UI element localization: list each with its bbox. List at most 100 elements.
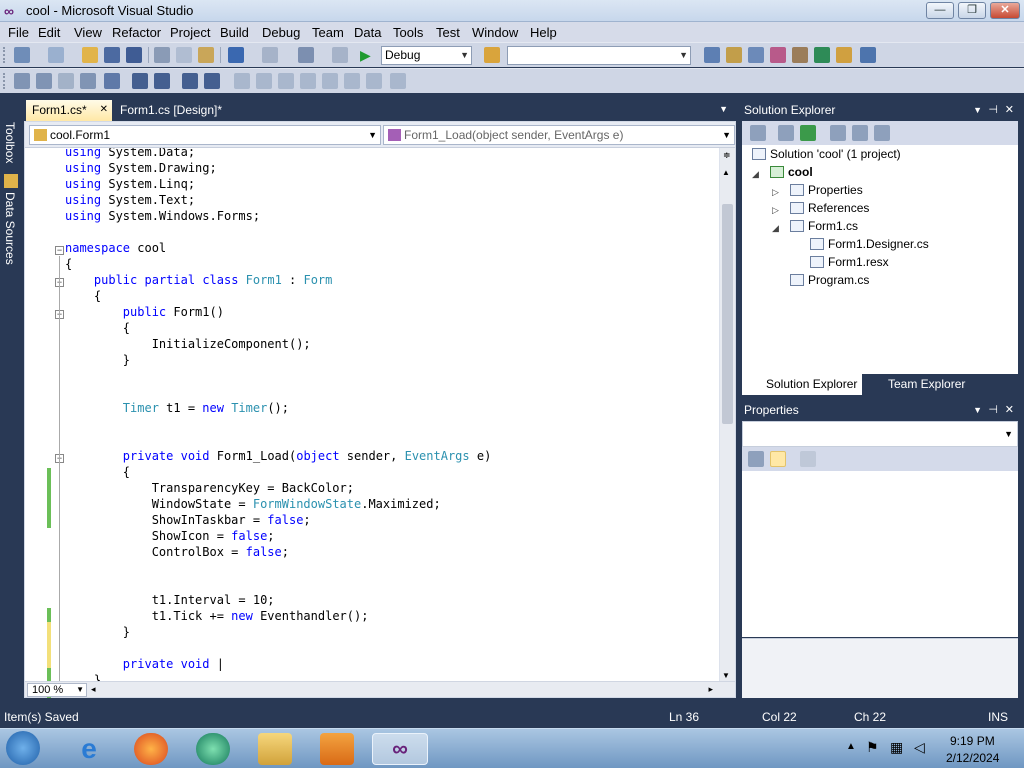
tree-form1-resx[interactable]: Form1.resx <box>810 255 889 269</box>
navigate-forward-icon[interactable] <box>332 47 348 63</box>
word-completion-icon[interactable] <box>80 73 96 89</box>
menu-team[interactable]: Team <box>312 25 344 40</box>
type-dropdown[interactable]: cool.Form1 ▼ <box>29 125 381 145</box>
panel-close-icon[interactable]: ✕ <box>1005 100 1014 120</box>
toolbox-tab[interactable]: Toolbox <box>3 122 17 163</box>
object-browser-icon[interactable] <box>748 47 764 63</box>
quick-info-icon[interactable] <box>58 73 74 89</box>
menu-test[interactable]: Test <box>436 25 460 40</box>
find-combo[interactable]: ▼ <box>507 46 691 65</box>
firefox-icon[interactable] <box>134 733 168 765</box>
previous-bookmark-document-icon[interactable] <box>344 73 360 89</box>
parameter-info-icon[interactable] <box>36 73 52 89</box>
data-sources-tab[interactable]: Data Sources <box>3 192 17 265</box>
start-button-icon[interactable] <box>6 731 40 765</box>
comment-lines-icon[interactable] <box>182 73 198 89</box>
cut-icon[interactable] <box>154 47 170 63</box>
clock-time[interactable]: 9:19 PM <box>950 734 995 748</box>
split-handle-icon[interactable]: ≑ <box>723 150 731 161</box>
maximize-button[interactable]: ❐ <box>958 2 986 19</box>
clear-bookmarks-icon[interactable] <box>390 73 406 89</box>
media-player-icon[interactable] <box>320 733 354 765</box>
show-hidden-icons-icon[interactable]: ▲ <box>846 741 856 752</box>
volume-icon[interactable]: ◁ <box>914 739 925 756</box>
collapse-arrow-icon[interactable]: ◢ <box>752 169 759 180</box>
scroll-down-icon[interactable]: ▼ <box>722 671 730 680</box>
code-area[interactable]: using System.Data; using System.Drawing;… <box>65 148 719 684</box>
window-position-icon[interactable]: ▼ <box>973 100 982 120</box>
refresh-icon[interactable] <box>800 125 816 141</box>
view-code-icon[interactable] <box>830 125 846 141</box>
panel-close-icon[interactable]: ✕ <box>1005 400 1014 420</box>
solution-explorer-icon[interactable] <box>704 47 720 63</box>
tree-properties[interactable]: Properties <box>790 183 863 197</box>
view-class-diagram-icon[interactable] <box>874 125 890 141</box>
close-button[interactable]: ✕ <box>990 2 1020 19</box>
menu-refactor[interactable]: Refactor <box>112 25 161 40</box>
class-view-icon[interactable] <box>836 47 852 63</box>
start-debugging-icon[interactable]: ▶ <box>360 47 376 63</box>
previous-bookmark-folder-icon[interactable] <box>300 73 316 89</box>
toolbar-grip[interactable] <box>3 73 7 89</box>
scroll-up-icon[interactable]: ▲ <box>722 168 730 177</box>
next-bookmark-icon[interactable] <box>278 73 294 89</box>
media-center-icon[interactable] <box>196 733 230 765</box>
menu-tools[interactable]: Tools <box>393 25 423 40</box>
solution-configuration-select[interactable]: Debug ▼ <box>381 46 472 65</box>
new-project-icon[interactable] <box>14 47 30 63</box>
tree-program-cs[interactable]: Program.cs <box>790 273 869 287</box>
view-designer-icon[interactable] <box>852 125 868 141</box>
menu-edit[interactable]: Edit <box>38 25 60 40</box>
window-position-icon[interactable]: ▼ <box>973 400 982 420</box>
menu-window[interactable]: Window <box>472 25 518 40</box>
increase-indent-icon[interactable] <box>154 73 170 89</box>
internet-explorer-icon[interactable]: e <box>72 733 106 765</box>
menu-project[interactable]: Project <box>170 25 210 40</box>
command-window-icon[interactable] <box>860 47 876 63</box>
menu-data[interactable]: Data <box>354 25 381 40</box>
toolbox-icon[interactable] <box>770 47 786 63</box>
tab-list-dropdown-icon[interactable]: ▼ <box>719 104 728 114</box>
tab-team-explorer[interactable]: Team Explorer <box>864 374 994 395</box>
tab-solution-explorer[interactable]: Solution Explorer <box>742 374 862 395</box>
visual-studio-taskbar-icon[interactable]: ∞ <box>372 733 428 765</box>
expand-arrow-icon[interactable]: ▷ <box>772 187 779 198</box>
scroll-thumb[interactable] <box>722 204 733 424</box>
next-bookmark-folder-icon[interactable] <box>322 73 338 89</box>
horizontal-scrollbar[interactable]: 100 % ▼ ◂ ▸ <box>25 681 735 697</box>
uncomment-lines-icon[interactable] <box>204 73 220 89</box>
menu-debug[interactable]: Debug <box>262 25 300 40</box>
tab-form1-design[interactable]: Form1.cs [Design]* <box>114 100 254 121</box>
decrease-indent-icon[interactable] <box>132 73 148 89</box>
file-explorer-icon[interactable] <box>258 733 292 765</box>
object-select[interactable]: ▼ <box>742 421 1018 447</box>
properties-window-icon[interactable] <box>726 47 742 63</box>
member-dropdown[interactable]: Form1_Load(object sender, EventArgs e) ▼ <box>383 125 735 145</box>
show-all-files-icon[interactable] <box>778 125 794 141</box>
open-file-icon[interactable] <box>82 47 98 63</box>
redo-icon[interactable] <box>262 47 278 63</box>
undo-icon[interactable] <box>228 47 244 63</box>
add-item-icon[interactable] <box>48 47 64 63</box>
alphabetical-icon[interactable] <box>770 451 786 467</box>
tree-solution[interactable]: Solution 'cool' (1 project) <box>752 147 901 161</box>
scroll-right-icon[interactable]: ▸ <box>708 684 713 695</box>
find-in-files-icon[interactable] <box>484 47 500 63</box>
previous-bookmark-icon[interactable] <box>256 73 272 89</box>
tab-close-icon[interactable]: ✕ <box>100 100 108 120</box>
zoom-select[interactable]: 100 % ▼ <box>27 683 87 697</box>
menu-file[interactable]: File <box>8 25 29 40</box>
categorized-icon[interactable] <box>748 451 764 467</box>
network-icon[interactable]: ▦ <box>890 739 903 756</box>
copy-icon[interactable] <box>176 47 192 63</box>
start-page-icon[interactable] <box>792 47 808 63</box>
menu-help[interactable]: Help <box>530 25 557 40</box>
next-bookmark-document-icon[interactable] <box>366 73 382 89</box>
paste-icon[interactable] <box>198 47 214 63</box>
save-all-icon[interactable] <box>126 47 142 63</box>
tree-references[interactable]: References <box>790 201 869 215</box>
property-pages-icon[interactable] <box>800 451 816 467</box>
pin-icon[interactable]: ⊣ <box>988 100 998 120</box>
menu-view[interactable]: View <box>74 25 102 40</box>
action-center-flag-icon[interactable]: ⚑ <box>866 739 879 756</box>
